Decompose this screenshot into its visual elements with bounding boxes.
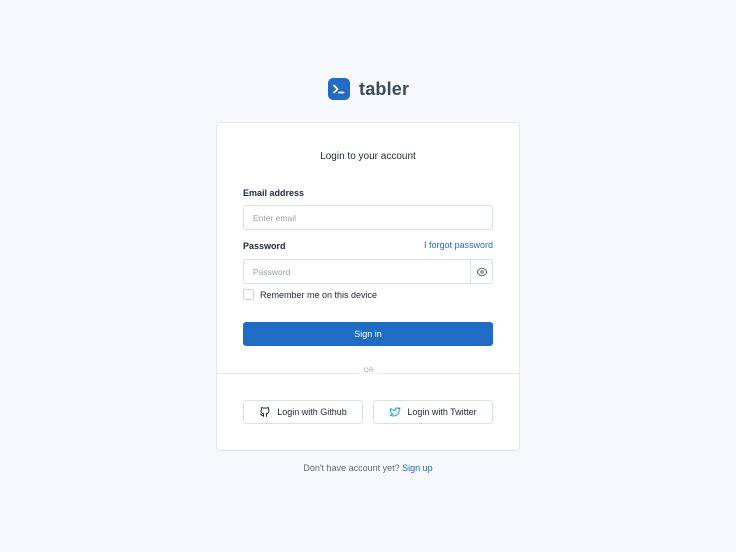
terminal-icon [328,78,350,100]
login-card: Login to your account Email address Pass… [216,122,520,451]
login-twitter-button[interactable]: Login with Twitter [373,400,493,424]
show-password-button[interactable] [470,259,493,284]
login-twitter-label: Login with Twitter [407,407,477,417]
remember-me[interactable]: Remember me on this device [243,289,377,300]
email-input[interactable] [243,205,493,230]
eye-icon [476,267,487,276]
password-label: Password [243,241,286,251]
signup-prompt-text: Don't have account yet? [303,463,400,473]
sign-up-link[interactable]: Sign up [402,463,433,473]
remember-checkbox[interactable] [243,289,254,300]
login-github-button[interactable]: Login with Github [243,400,363,424]
brand-logo[interactable]: tabler [328,78,409,100]
remember-label: Remember me on this device [260,289,378,300]
forgot-password-link[interactable]: I forgot password [424,240,493,250]
twitter-icon [389,407,401,417]
login-title: Login to your account [320,151,416,162]
sign-in-button[interactable]: Sign in [243,322,493,346]
email-label: Email address [243,188,305,198]
password-input[interactable] [243,259,471,284]
github-icon [260,407,270,417]
divider-label: OR [359,368,379,374]
brand-name: tabler [359,78,410,99]
signup-prompt: Don't have account yet? Sign up [0,463,736,473]
login-github-label: Login with Github [277,407,347,417]
